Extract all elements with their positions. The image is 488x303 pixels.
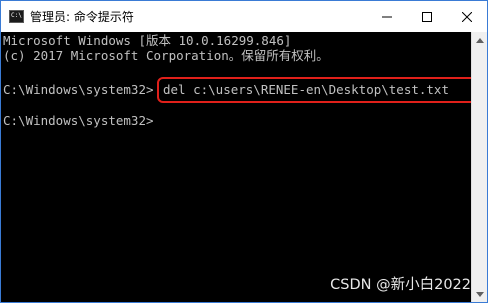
minimize-icon: [382, 16, 392, 17]
console-line-version: Microsoft Windows [版本 10.0.16299.846]: [3, 33, 292, 48]
title-bar[interactable]: C:\ 管理员: 命令提示符: [1, 1, 487, 32]
watermark: CSDN @新小白2022: [330, 277, 471, 293]
minimize-button[interactable]: [367, 1, 407, 32]
close-icon: [462, 11, 472, 22]
scroll-up-icon: [475, 37, 484, 43]
window-title: 管理员: 命令提示符: [30, 10, 134, 24]
console-prompt-1: C:\Windows\system32>: [3, 82, 154, 97]
console-line-copyright: (c) 2017 Microsoft Corporation。保留所有权利。: [3, 48, 329, 63]
cmd-icon-text: C:\: [11, 12, 22, 19]
maximize-icon: [422, 11, 432, 22]
maximize-button[interactable]: [407, 1, 447, 32]
console-output[interactable]: Microsoft Windows [版本 10.0.16299.846] (c…: [1, 32, 477, 302]
scroll-down-button[interactable]: [472, 286, 487, 302]
scroll-down-icon: [475, 291, 484, 297]
console-prompt-2: C:\Windows\system32>: [3, 113, 154, 128]
command-highlight-box: [157, 77, 477, 103]
cmd-window: C:\ 管理员: 命令提示符 Microsoft Windows [版本 10.…: [0, 0, 488, 303]
scroll-up-button[interactable]: [472, 32, 487, 48]
vertical-scrollbar[interactable]: [471, 32, 487, 302]
cmd-icon: C:\: [9, 10, 24, 23]
close-button[interactable]: [447, 1, 487, 32]
